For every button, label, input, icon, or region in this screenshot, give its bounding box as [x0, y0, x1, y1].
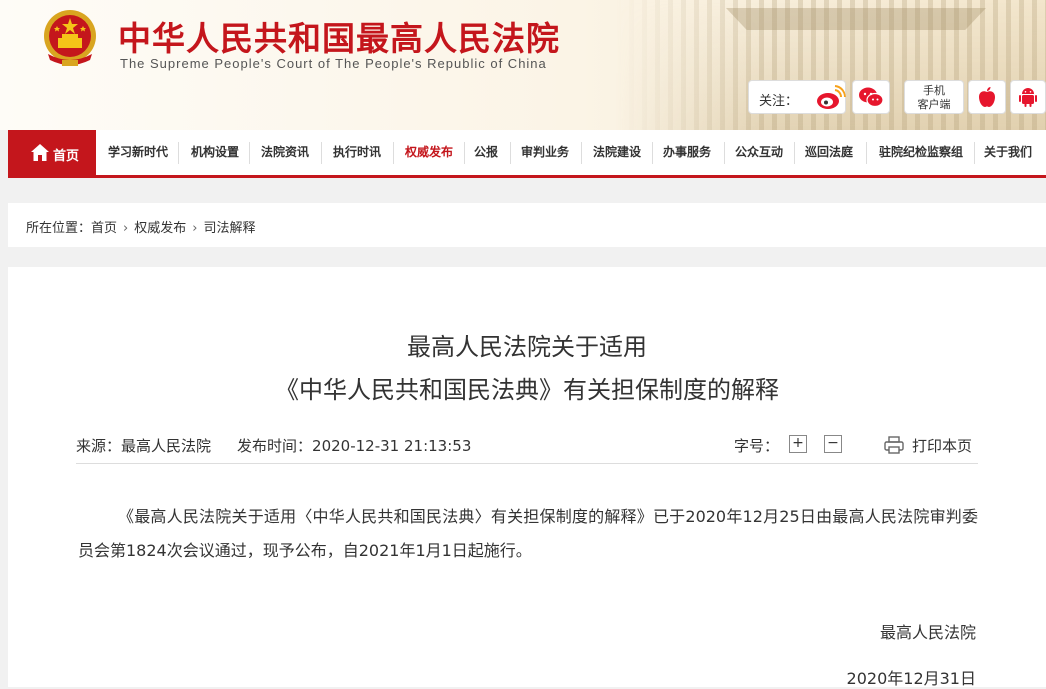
site-title[interactable]: 中华人民共和国最高人民法院 — [118, 12, 560, 60]
breadcrumb-bar: 所在位置：首页 › 权威发布 › 司法解释 — [8, 203, 1046, 247]
main-nav: 首页 学习新时代 机构设置 法院资讯 执行时讯 权威发布 公报 审判业务 法院建… — [8, 130, 1046, 178]
breadcrumb-separator: › — [192, 221, 198, 236]
nav-separator — [321, 142, 322, 164]
nav-item-services[interactable]: 办事服务 — [654, 130, 720, 175]
nav-item-court-construction[interactable]: 法院建设 — [584, 130, 650, 175]
nav-separator — [794, 142, 795, 164]
signature-organization: 最高人民法院 — [879, 623, 976, 642]
wechat-icon — [859, 87, 884, 108]
mobile-label-line2: 客户端 — [917, 98, 951, 111]
breadcrumb-judicial-interpretation[interactable]: 司法解释 — [203, 221, 255, 236]
nav-separator — [178, 142, 179, 164]
source-label: 来源： — [76, 437, 122, 455]
font-increase-button[interactable]: + — [789, 435, 807, 453]
apple-button[interactable] — [968, 80, 1006, 114]
publish-time-label: 发布时间： — [237, 437, 313, 455]
nav-separator — [393, 142, 394, 164]
source-value: 最高人民法院 — [121, 437, 212, 455]
site-subtitle: The Supreme People's Court of The People… — [120, 56, 547, 71]
home-icon — [31, 144, 49, 161]
print-page-link[interactable]: 打印本页 — [912, 435, 972, 456]
mobile-label-line1: 手机 — [923, 84, 945, 97]
nav-separator — [974, 142, 975, 164]
nav-item-authoritative-release[interactable]: 权威发布 — [396, 130, 462, 175]
nav-item-court-news[interactable]: 法院资讯 — [252, 130, 318, 175]
font-size-label: 字号： — [734, 437, 780, 455]
nav-item-gazette[interactable]: 公报 — [466, 130, 506, 175]
breadcrumb: 所在位置：首页 › 权威发布 › 司法解释 — [26, 217, 255, 236]
breadcrumb-home[interactable]: 首页 — [91, 221, 117, 236]
article-title-line1: 最高人民法院关于适用 — [407, 333, 647, 361]
mobile-client-button[interactable]: 手机 客户端 — [904, 80, 964, 114]
breadcrumb-separator: › — [123, 221, 129, 236]
printer-icon[interactable] — [884, 436, 904, 454]
nav-home-label: 首页 — [53, 149, 80, 164]
nav-separator — [652, 142, 653, 164]
nav-separator — [249, 142, 250, 164]
apple-icon — [979, 87, 995, 107]
national-emblem-icon[interactable] — [40, 8, 100, 70]
nav-separator — [464, 142, 465, 164]
nav-separator — [581, 142, 582, 164]
nav-separator — [510, 142, 511, 164]
nav-item-study[interactable]: 学习新时代 — [102, 130, 174, 175]
nav-item-discipline-inspection[interactable]: 驻院纪检监察组 — [868, 130, 974, 175]
nav-item-public-interaction[interactable]: 公众互动 — [726, 130, 792, 175]
nav-separator — [724, 142, 725, 164]
article-container: 最高人民法院关于适用 《中华人民共和国民法典》有关担保制度的解释 来源：最高人民… — [8, 267, 1046, 688]
breadcrumb-authoritative-release[interactable]: 权威发布 — [134, 221, 186, 236]
nav-item-about-us[interactable]: 关于我们 — [976, 130, 1040, 175]
font-decrease-button[interactable]: − — [824, 435, 842, 453]
android-button[interactable] — [1010, 80, 1046, 114]
nav-separator — [866, 142, 867, 164]
site-header: 中华人民共和国最高人民法院 The Supreme People's Court… — [0, 0, 1046, 130]
nav-item-trial-business[interactable]: 审判业务 — [512, 130, 578, 175]
nav-item-circuit-court[interactable]: 巡回法庭 — [796, 130, 862, 175]
wechat-button[interactable] — [852, 80, 890, 114]
signature-date: 2020年12月31日 — [846, 669, 976, 688]
breadcrumb-label: 所在位置： — [26, 221, 92, 236]
meta-divider — [76, 463, 978, 464]
android-icon — [1019, 88, 1037, 107]
article-body: 《最高人民法院关于适用〈中华人民共和国民法典〉有关担保制度的解释》已于2020年… — [78, 507, 978, 560]
publish-time-value: 2020-12-31 21:13:53 — [312, 437, 472, 455]
nav-item-home[interactable]: 首页 — [8, 130, 96, 178]
article-title-line2: 《中华人民共和国民法典》有关担保制度的解释 — [275, 376, 779, 404]
courthouse-roof — [726, 8, 986, 30]
nav-item-organization[interactable]: 机构设置 — [182, 130, 248, 175]
nav-item-execution-news[interactable]: 执行时讯 — [324, 130, 390, 175]
follow-label: 关注： — [759, 94, 799, 109]
article-meta: 来源：最高人民法院 发布时间：2020-12-31 21:13:53 — [76, 435, 471, 456]
weibo-icon[interactable] — [814, 82, 846, 114]
